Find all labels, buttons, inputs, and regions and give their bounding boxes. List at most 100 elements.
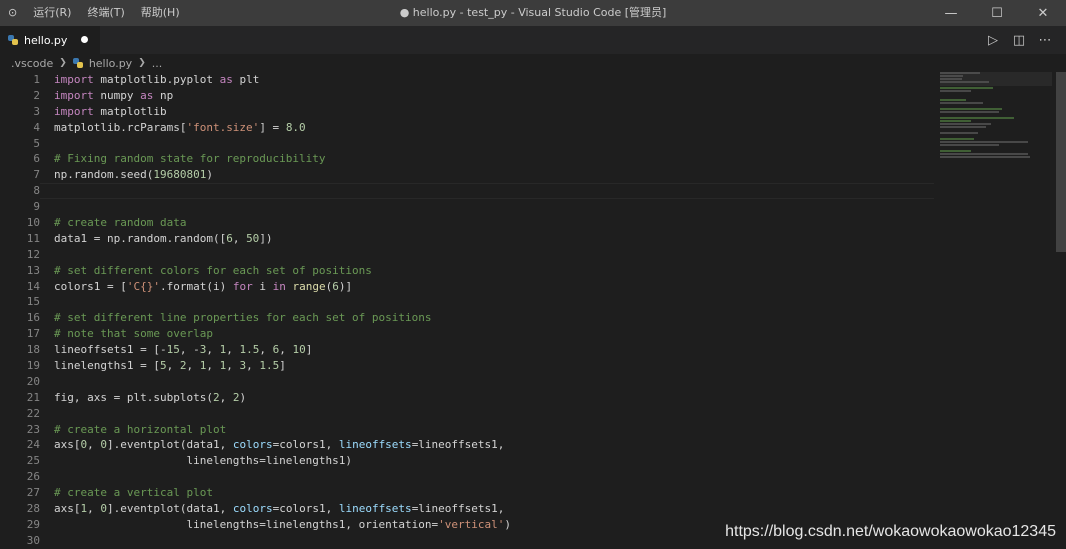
code-line[interactable]: [54, 406, 934, 422]
minimap-line: [940, 72, 981, 74]
line-number: 30: [26, 533, 40, 547]
watermark: https://blog.csdn.net/wokaowokaowokao123…: [725, 523, 1056, 540]
minimap-line: [940, 153, 1029, 155]
line-number: 9: [33, 200, 40, 214]
minimap-line: [940, 108, 1003, 110]
tab-label: hello.py: [24, 33, 68, 47]
code-line[interactable]: # create a horizontal plot: [54, 422, 934, 438]
minimap-line: [940, 102, 983, 104]
code-line[interactable]: [54, 374, 934, 390]
minimap-line: [940, 123, 991, 125]
code-line[interactable]: lineoffsets1 = [-15, -3, 1, 1.5, 6, 10]: [54, 342, 934, 358]
chevron-right-icon: ❯: [59, 58, 67, 68]
minimap-line: [940, 132, 978, 134]
vertical-scrollbar[interactable]: [1054, 72, 1066, 549]
minimap-line: [940, 156, 1030, 158]
minimize-button[interactable]: —: [928, 0, 974, 26]
code-editor[interactable]: 1 2 3 4 5 6 7 8 9 10 11 12 13 14 15 16 17 18 19 20 21 22 23 24 2…: [0, 72, 1066, 549]
minimap-line: [940, 75, 964, 77]
line-number: 24: [26, 438, 40, 452]
window-controls: — ☐ ✕: [928, 0, 1066, 26]
minimap-line: [940, 87, 994, 89]
menu-item-partial[interactable]: ⊙: [0, 0, 25, 26]
minimap-line: [940, 138, 974, 140]
code-line[interactable]: # Fixing random state for reproducibilit…: [54, 151, 934, 167]
code-line[interactable]: # create random data: [54, 215, 934, 231]
code-line[interactable]: [54, 247, 934, 263]
code-line[interactable]: # set different line properties for each…: [54, 310, 934, 326]
python-file-icon: [72, 58, 83, 68]
scrollbar-thumb[interactable]: [1056, 72, 1066, 252]
split-editor-icon[interactable]: ◫: [1006, 33, 1032, 48]
title-bar: ⊙ 运行(R) 终端(T) 帮助(H) ● hello.py - test_py…: [0, 0, 1066, 26]
minimap-line: [940, 90, 972, 92]
code-line[interactable]: axs[0, 0].eventplot(data1, colors=colors…: [54, 437, 934, 453]
minimap-line: [940, 111, 999, 113]
code-line[interactable]: import matplotlib.pyplot as plt: [54, 72, 934, 88]
line-number: 21: [26, 390, 40, 404]
code-line[interactable]: data1 = np.random.random([6, 50]): [54, 231, 934, 247]
code-line[interactable]: [54, 469, 934, 485]
line-number: 20: [26, 374, 40, 388]
line-number: 2: [33, 88, 40, 102]
line-number: 12: [26, 247, 40, 261]
code-line[interactable]: import numpy as np: [54, 88, 934, 104]
line-number: 22: [26, 406, 40, 420]
code-area[interactable]: import matplotlib.pyplot as plt import nu…: [54, 72, 934, 549]
line-number: 28: [26, 502, 40, 516]
code-line[interactable]: linelengths=linelengths1): [54, 453, 934, 469]
tab-hello-py[interactable]: hello.py: [0, 26, 100, 54]
menu-item-help[interactable]: 帮助(H): [133, 0, 188, 26]
minimap-line: [940, 81, 990, 83]
breadcrumb-more[interactable]: ...: [152, 57, 163, 70]
line-number: 19: [26, 359, 40, 373]
line-number: 6: [33, 152, 40, 166]
line-number: 8: [33, 184, 40, 198]
code-line[interactable]: linelengths1 = [5, 2, 1, 1, 3, 1.5]: [54, 358, 934, 374]
code-line[interactable]: np.random.seed(19680801): [54, 167, 934, 183]
line-number: 18: [26, 343, 40, 357]
code-line[interactable]: import matplotlib: [54, 104, 934, 120]
code-line[interactable]: colors1 = ['C{}'.format(i) for i in rang…: [54, 279, 934, 295]
minimap-line: [940, 99, 966, 101]
code-line[interactable]: # set different colors for each set of p…: [54, 263, 934, 279]
code-line[interactable]: fig, axs = plt.subplots(2, 2): [54, 390, 934, 406]
minimap-line: [940, 141, 1029, 143]
line-number: 16: [26, 311, 40, 325]
breadcrumb-file[interactable]: hello.py: [89, 57, 132, 70]
code-line[interactable]: # create a vertical plot: [54, 485, 934, 501]
minimap[interactable]: [940, 72, 1052, 549]
minimap-line: [940, 117, 1015, 119]
code-line[interactable]: [54, 294, 934, 310]
breadcrumb: .vscode ❯ hello.py ❯ ...: [0, 54, 1066, 72]
code-line[interactable]: matplotlib.rcParams['font.size'] = 8.0: [54, 120, 934, 136]
line-number: 13: [26, 263, 40, 277]
code-line[interactable]: [54, 136, 934, 152]
breadcrumb-folder[interactable]: .vscode: [11, 57, 53, 70]
menu-bar: ⊙ 运行(R) 终端(T) 帮助(H): [0, 0, 188, 26]
run-icon[interactable]: ▷: [980, 33, 1006, 48]
code-line[interactable]: [54, 199, 934, 215]
code-line[interactable]: axs[1, 0].eventplot(data1, colors=colors…: [54, 501, 934, 517]
close-button[interactable]: ✕: [1020, 0, 1066, 26]
line-number: 11: [26, 231, 40, 245]
unsaved-dot-icon[interactable]: [81, 36, 88, 43]
line-number: 15: [26, 295, 40, 309]
more-actions-icon[interactable]: ⋯: [1032, 33, 1058, 48]
code-line[interactable]: [54, 183, 934, 199]
python-file-icon: [8, 35, 18, 45]
line-number: 25: [26, 454, 40, 468]
line-number: 14: [26, 279, 40, 293]
code-line[interactable]: # note that some overlap: [54, 326, 934, 342]
line-number: 17: [26, 327, 40, 341]
line-number: 10: [26, 216, 40, 230]
menu-item-terminal[interactable]: 终端(T): [79, 0, 132, 26]
minimap-line: [940, 144, 999, 146]
line-number: 27: [26, 486, 40, 500]
menu-item-run[interactable]: 运行(R): [25, 0, 79, 26]
editor-actions: ▷ ◫ ⋯: [980, 26, 1058, 54]
minimap-line: [940, 126, 986, 128]
maximize-button[interactable]: ☐: [974, 0, 1020, 26]
vscode-window: ⊙ 运行(R) 终端(T) 帮助(H) ● hello.py - test_py…: [0, 0, 1066, 549]
line-number: 5: [33, 136, 40, 150]
